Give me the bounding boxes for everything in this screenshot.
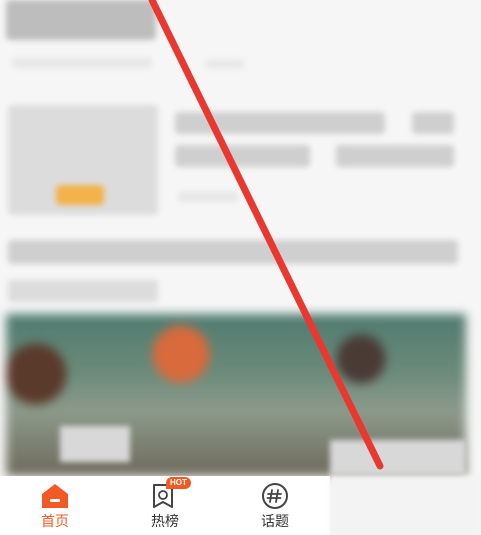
feed-item-blurred[interactable] — [6, 0, 156, 40]
feed-headline-blurred[interactable] — [8, 240, 458, 264]
blurred-corner-area — [330, 476, 481, 535]
feed-headline-blurred[interactable] — [8, 280, 158, 302]
tab-home[interactable]: 首页 — [10, 482, 100, 529]
feed-meta-blurred — [178, 192, 238, 202]
tab-hot-list[interactable]: HOT 热榜 — [120, 477, 210, 529]
tab-topics[interactable]: 话题 — [230, 482, 320, 529]
bottom-tab-bar: 首页 HOT 热榜 话题 — [0, 476, 330, 535]
home-icon — [40, 482, 70, 510]
hot-list-icon: HOT — [150, 477, 191, 510]
feed-tag-blurred — [56, 185, 104, 205]
tab-hot-list-label: 热榜 — [151, 513, 179, 529]
feed-title-blurred[interactable] — [175, 145, 310, 167]
hot-badge: HOT — [166, 477, 191, 489]
photo-caption-blurred — [60, 426, 130, 462]
feed-meta-blurred — [12, 58, 152, 68]
tab-home-label: 首页 — [41, 513, 69, 529]
photo-caption-blurred — [330, 440, 466, 476]
tab-topics-label: 话题 — [261, 513, 289, 529]
topic-hashtag-icon — [260, 482, 290, 510]
feed-title-blurred[interactable] — [412, 112, 454, 134]
feed-meta-blurred — [205, 60, 245, 68]
feed-title-blurred[interactable] — [336, 145, 454, 167]
feed-title-blurred[interactable] — [175, 112, 385, 134]
